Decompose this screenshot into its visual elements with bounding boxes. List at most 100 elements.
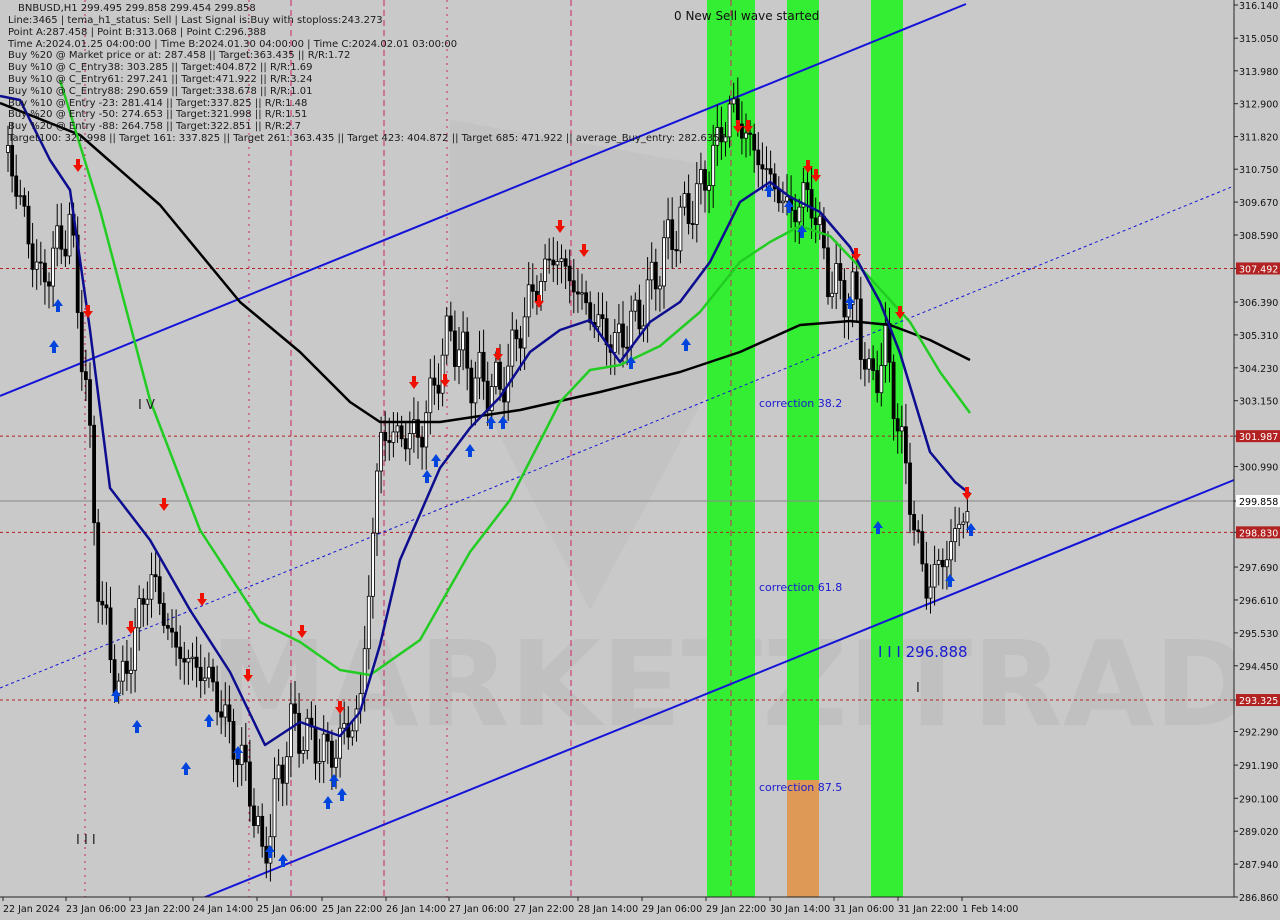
candle-body — [256, 815, 261, 826]
x-tick-label: 26 Jan 14:00 — [386, 904, 446, 915]
correction-zone — [787, 0, 819, 897]
candle-body — [649, 261, 654, 281]
candle-body — [84, 371, 88, 381]
wave-label-iii: I I I — [76, 833, 96, 848]
info-line: Buy %10 @ C_Entry61: 297.241 || Target:4… — [8, 74, 313, 85]
candle-body — [182, 658, 187, 663]
candle-body — [370, 532, 375, 597]
x-tick-label: 25 Jan 06:00 — [257, 904, 317, 915]
buy-arrow — [422, 470, 432, 483]
candle-body — [965, 511, 970, 523]
candle-body — [904, 426, 908, 464]
y-tick-label: 300.990 — [1239, 463, 1278, 474]
buy-arrow — [337, 788, 347, 801]
x-tick-label: 29 Jan 22:00 — [706, 904, 766, 915]
candle-body — [748, 132, 752, 135]
candle-body — [682, 193, 687, 208]
candle-body — [805, 182, 810, 190]
info-line: Target100: 321.998 || Target 161: 337.82… — [8, 133, 726, 144]
y-tick-label: 307.492 — [1239, 264, 1278, 275]
candle-body — [936, 559, 941, 565]
candle-body — [584, 292, 588, 304]
candle-body — [260, 815, 265, 847]
x-tick-label: 31 Jan 06:00 — [834, 904, 894, 915]
candle-body — [858, 298, 863, 360]
candle-body — [399, 425, 404, 440]
candle-body — [686, 193, 691, 224]
candle-body — [658, 285, 662, 290]
candle-body — [867, 358, 871, 370]
x-tick-label: 28 Jan 14:00 — [578, 904, 638, 915]
candle-body — [313, 726, 318, 764]
candle-body — [678, 206, 683, 252]
candle-body — [875, 370, 880, 394]
x-tick-label: 27 Jan 22:00 — [514, 904, 574, 915]
candle-body — [731, 98, 736, 105]
info-line: Buy %20 @ Entry -88: 264.758 || Target:3… — [8, 121, 301, 133]
y-tick-label: 299.858 — [1239, 497, 1278, 508]
candle-body — [276, 764, 281, 780]
candle-body — [916, 529, 921, 532]
candle-body — [510, 329, 515, 367]
candle-body — [133, 627, 138, 671]
candle-body — [63, 248, 68, 257]
candle-body — [452, 330, 457, 367]
candle-body — [227, 704, 232, 722]
candle-body — [551, 259, 556, 266]
candle-body — [481, 351, 486, 382]
candle-body — [120, 660, 125, 682]
candle-body — [674, 249, 679, 252]
candle-body — [170, 627, 174, 633]
buy-arrow — [132, 720, 142, 733]
symbol-line: BNBUSD,H1 299.495 299.858 299.454 299.85… — [18, 3, 256, 14]
candle-body — [629, 310, 634, 348]
candle-body — [912, 514, 916, 531]
y-tick-label: 290.100 — [1239, 794, 1278, 805]
info-line: Buy %20 @ Entry -50: 274.653 || Target:3… — [8, 109, 308, 121]
y-tick-label: 286.860 — [1239, 893, 1278, 904]
buy-arrow — [181, 762, 191, 775]
candle-body — [223, 704, 228, 718]
candle-body — [395, 425, 400, 433]
candle-body — [465, 331, 470, 369]
correction-zones — [707, 0, 903, 897]
candle-body — [10, 145, 15, 177]
candle-body — [945, 559, 949, 568]
candle-body — [79, 312, 84, 373]
candle-body — [329, 740, 334, 768]
y-tick-label: 289.020 — [1239, 827, 1278, 838]
candle-body — [756, 149, 761, 166]
y-tick-label: 315.050 — [1239, 34, 1278, 45]
y-tick-label: 287.940 — [1239, 860, 1278, 871]
candle-body — [178, 646, 183, 659]
candle-body — [215, 681, 220, 713]
candle-body — [161, 603, 166, 626]
candle-body — [653, 261, 658, 290]
candle-body — [781, 200, 785, 204]
candle-body — [760, 164, 765, 170]
candle-body — [18, 195, 23, 198]
candle-body — [293, 703, 297, 714]
wave-mark-small: I — [916, 681, 920, 696]
y-tick-label: 303.150 — [1239, 397, 1278, 408]
buy-arrow — [465, 444, 475, 457]
x-tick-label: 23 Jan 22:00 — [130, 904, 190, 915]
candle-body — [842, 280, 847, 318]
sell-arrow — [159, 498, 169, 511]
y-tick-label: 294.450 — [1239, 662, 1278, 673]
candle-body — [822, 215, 826, 249]
y-tick-label: 313.980 — [1239, 67, 1278, 78]
candle-body — [157, 576, 162, 604]
candle-body — [633, 299, 638, 312]
y-tick-label: 308.590 — [1239, 231, 1278, 242]
buy-arrow — [53, 299, 63, 312]
info-line: Buy %10 @ C_Entry38: 303.285 || Target:4… — [8, 62, 313, 74]
candle-body — [612, 332, 617, 353]
candle-body — [768, 168, 773, 175]
candle-body — [424, 412, 429, 448]
correction-zone-deep — [787, 780, 819, 897]
buy-arrow — [323, 796, 333, 809]
candle-body — [580, 292, 584, 295]
candle-body — [555, 261, 560, 266]
y-tick-label: 312.900 — [1239, 100, 1278, 111]
